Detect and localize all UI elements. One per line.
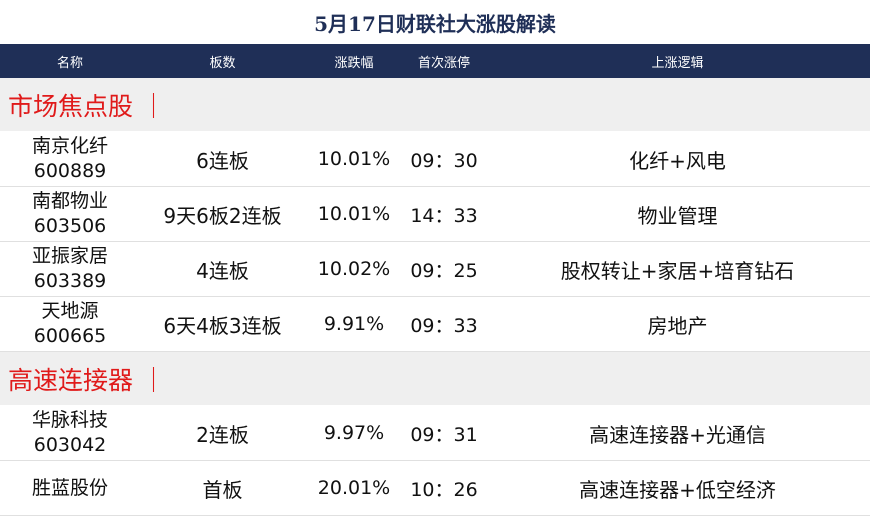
logic-cell: 高速连接器+光通信: [485, 405, 870, 461]
change-cell: 10.01%: [305, 186, 403, 242]
change-cell: 10.01%: [305, 131, 403, 187]
stock-table: 名称 板数 涨跌幅 首次涨停 上涨逻辑 市场焦点股 ｜ 南京化纤 600889 6…: [0, 44, 870, 516]
first-limit-cell: 14：33: [403, 186, 485, 242]
boards-cell: 6天4板3连板: [140, 296, 305, 352]
table-row: 南都物业 603506 9天6板2连板 10.01% 14：33 物业管理: [0, 186, 870, 242]
change-cell: 9.97%: [305, 405, 403, 461]
header-change: 涨跌幅: [305, 44, 403, 78]
stock-name: 南京化纤: [31, 135, 108, 157]
boards-cell: 6连板: [140, 131, 305, 187]
stock-name: 胜蓝股份: [31, 476, 108, 499]
logic-cell: 物业管理: [485, 186, 870, 242]
logic-cell: 高速连接器+低空经济: [485, 460, 870, 516]
table-header: 名称 板数 涨跌幅 首次涨停 上涨逻辑: [0, 44, 870, 78]
section-title: 市场焦点股 ｜: [8, 91, 166, 121]
table-row: 华脉科技 603042 2连板 9.97% 09：31 高速连接器+光通信: [0, 405, 870, 461]
stock-name: 天地源: [41, 300, 99, 322]
table-row: 亚振家居 603389 4连板 10.02% 09：25 股权转让+家居+培育钻石: [0, 241, 870, 297]
logic-cell: 股权转让+家居+培育钻石: [485, 241, 870, 297]
stock-name: 南都物业: [31, 190, 108, 212]
stock-code: 600889: [33, 160, 107, 182]
boards-cell: 2连板: [140, 405, 305, 461]
section-header: 市场焦点股 ｜: [0, 78, 870, 132]
first-limit-cell: 09：30: [403, 131, 485, 187]
stock-code: 603042: [33, 434, 107, 456]
logic-cell: 房地产: [485, 296, 870, 352]
stock-name: 华脉科技: [31, 409, 108, 431]
stock-name: 亚振家居: [31, 245, 108, 267]
boards-cell: 4连板: [140, 241, 305, 297]
header-boards: 板数: [140, 44, 305, 78]
table-row: 胜蓝股份 首板 20.01% 10：26 高速连接器+低空经济: [0, 460, 870, 516]
section-title: 高速连接器 ｜: [8, 365, 166, 395]
header-logic: 上涨逻辑: [485, 44, 870, 78]
first-limit-cell: 09：31: [403, 405, 485, 461]
logic-cell: 化纤+风电: [485, 131, 870, 187]
stock-code: 600665: [33, 325, 107, 347]
change-cell: 20.01%: [305, 460, 403, 516]
stock-code: 603506: [33, 215, 107, 237]
boards-cell: 9天6板2连板: [140, 186, 305, 242]
boards-cell: 首板: [140, 460, 305, 516]
first-limit-cell: 09：33: [403, 296, 485, 352]
header-name: 名称: [0, 44, 140, 78]
table-row: 天地源 600665 6天4板3连板 9.91% 09：33 房地产: [0, 296, 870, 352]
section-header: 高速连接器 ｜: [0, 351, 870, 406]
first-limit-cell: 09：25: [403, 241, 485, 297]
page-title: 5月17日财联社大涨股解读: [314, 11, 556, 36]
first-limit-cell: 10：26: [403, 460, 485, 516]
table-row: 南京化纤 600889 6连板 10.01% 09：30 化纤+风电: [0, 131, 870, 187]
stock-code: 603389: [33, 270, 107, 292]
change-cell: 10.02%: [305, 241, 403, 297]
change-cell: 9.91%: [305, 296, 403, 352]
header-first-limit: 首次涨停: [403, 44, 485, 78]
